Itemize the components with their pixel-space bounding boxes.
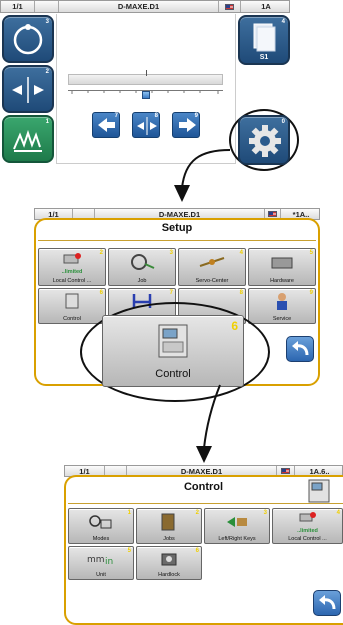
flow-arrow-icon (174, 149, 231, 202)
hardlock-icon (161, 553, 177, 566)
svg-text:in: in (105, 557, 113, 567)
svg-text:mm: mm (87, 555, 105, 565)
control-unit-icon (158, 324, 188, 358)
center-jog-button[interactable]: 8 (132, 112, 160, 138)
modes-icon (89, 515, 112, 529)
slider-marker (146, 70, 147, 76)
tile-service[interactable]: 9 Service (248, 288, 316, 324)
window-title: D-MAXE.D1 (59, 1, 219, 12)
language-flag-icon[interactable] (219, 1, 241, 12)
rotate-icon (13, 24, 43, 55)
back-button[interactable] (286, 336, 314, 362)
tile-hardlock[interactable]: 6 Hardlock (136, 546, 202, 580)
move-left-button[interactable]: 7 (92, 112, 120, 138)
service-person-icon (277, 293, 287, 310)
hand-button[interactable]: 1 (2, 115, 54, 163)
unit-icon: mm in (87, 555, 113, 567)
rotate-button[interactable]: 3 (2, 15, 54, 63)
title-divider (38, 240, 316, 241)
hand-icon (13, 129, 42, 152)
page-title: Control (183, 481, 224, 493)
coil-icon (131, 254, 155, 270)
tile-hardware[interactable]: 5 Hardware (248, 248, 316, 286)
page-indicator: 1/1 (1, 1, 35, 12)
flow-arrow-icon (196, 384, 221, 463)
tile-job[interactable]: 3 Job (108, 248, 176, 286)
tile-local-control[interactable]: 2 ..limited Local Control ... (38, 248, 106, 286)
status-bar: 1/1 D-MAXE.D1 1A (0, 0, 290, 13)
status-right: 1A (261, 2, 271, 11)
tile-control-zoom[interactable]: 6 Control (102, 315, 244, 387)
jobs-icon (161, 513, 175, 531)
keys-icon (227, 517, 247, 527)
back-button[interactable] (313, 590, 341, 616)
local-control-icon (63, 253, 81, 264)
tile-servo-center[interactable]: 4 Servo-Center (178, 248, 246, 286)
status-cell (35, 1, 59, 12)
tile-local-control[interactable]: 4 ..limited Local Control ... (272, 508, 343, 544)
center-arrows-icon (12, 77, 44, 103)
tile-left-right-keys[interactable]: 3 Left/Right Keys (204, 508, 270, 544)
title-divider (68, 503, 343, 504)
local-control-icon (299, 512, 316, 522)
page-title: Setup (161, 222, 193, 234)
tile-modes[interactable]: 1 Modes (68, 508, 134, 544)
tile-label: Control (155, 368, 191, 380)
hardware-icon (271, 257, 293, 269)
control-unit-icon (65, 293, 79, 309)
tile-control[interactable]: 6 Control (38, 288, 106, 324)
servo-icon (199, 257, 225, 267)
back-arrow-icon (292, 341, 309, 356)
control-unit-icon (308, 479, 330, 503)
back-arrow-icon (319, 595, 336, 610)
center-button[interactable]: 2 (2, 65, 54, 113)
file-button[interactable]: 4 S1 (238, 15, 290, 65)
file-label: S1 (259, 54, 269, 61)
tile-unit[interactable]: 5 mm in Unit (68, 546, 134, 580)
slider-handle[interactable] (142, 91, 150, 99)
tile-jobs[interactable]: 2 Jobs (136, 508, 202, 544)
